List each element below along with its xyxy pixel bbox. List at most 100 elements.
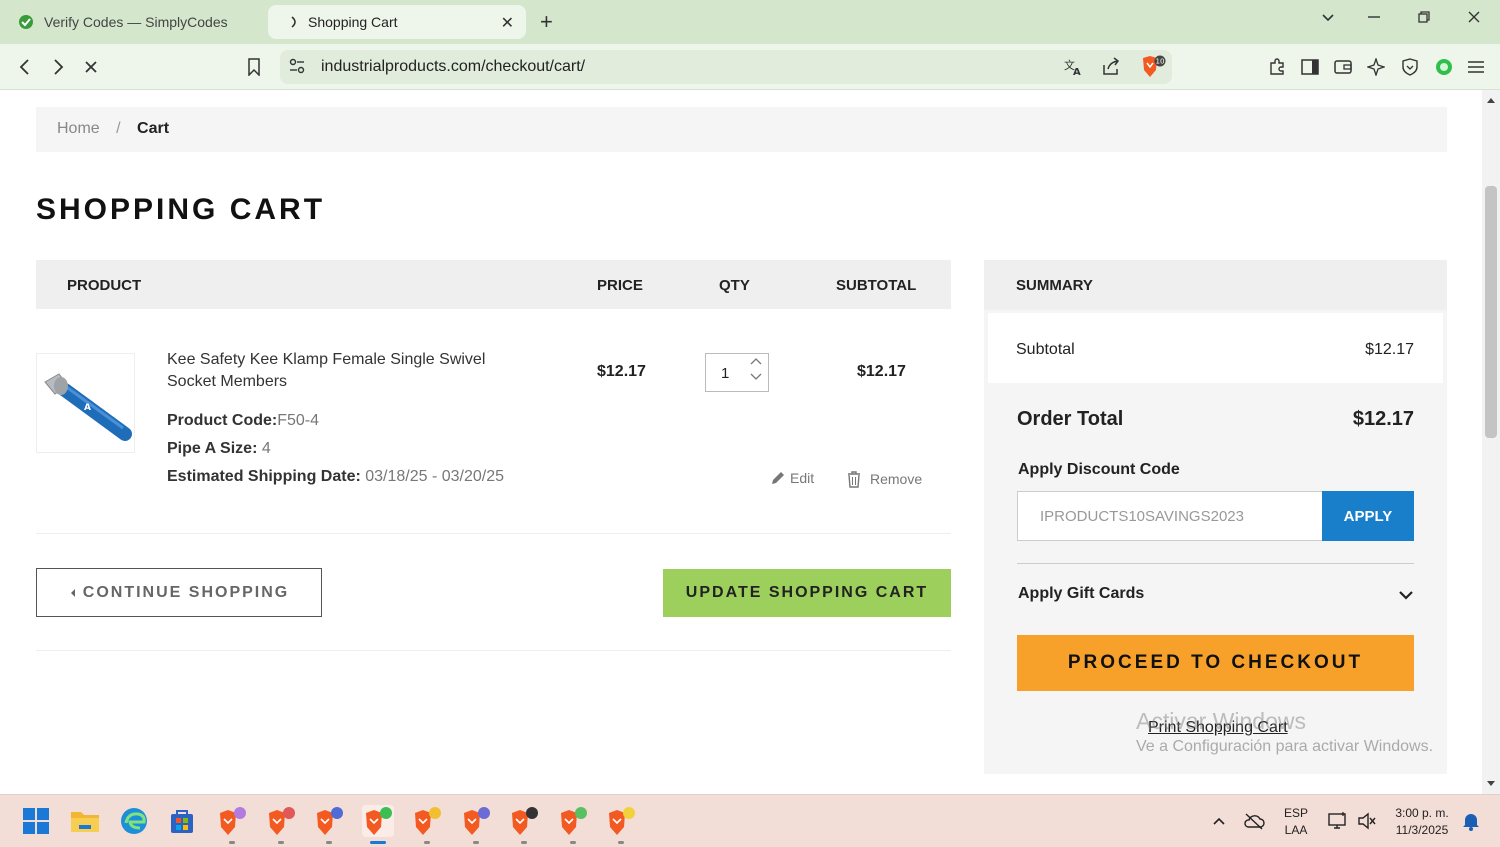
translate-icon[interactable]: 文A	[1063, 57, 1083, 82]
proceed-to-checkout-button[interactable]: PROCEED TO CHECKOUT	[1017, 635, 1414, 691]
product-code: Product Code:F50-4	[167, 412, 319, 430]
brave-profile-7-icon[interactable]	[508, 805, 540, 844]
summary-title: SUMMARY	[984, 260, 1447, 310]
scroll-thumb[interactable]	[1485, 186, 1497, 438]
windows-start-icon[interactable]	[20, 805, 52, 837]
url-text[interactable]: industrialproducts.com/checkout/cart/	[321, 58, 585, 76]
scroll-up-icon[interactable]	[1486, 96, 1496, 104]
header-product: PRODUCT	[67, 277, 142, 294]
clock-time: 3:00 p. m.	[1395, 806, 1449, 820]
discount-code-label: Apply Discount Code	[1018, 461, 1180, 478]
loading-icon	[290, 14, 300, 30]
tab-list-chevron-icon[interactable]	[1321, 10, 1335, 29]
page-scrollbar[interactable]	[1482, 90, 1500, 794]
brave-profile-active-icon[interactable]	[362, 805, 394, 844]
edit-link[interactable]: Edit	[770, 470, 814, 486]
header-price: PRICE	[597, 277, 643, 294]
restore-icon[interactable]	[1417, 10, 1431, 29]
back-icon[interactable]	[14, 56, 36, 78]
brave-profile-1-icon[interactable]	[216, 805, 248, 844]
running-indicator	[229, 841, 235, 844]
minimize-icon[interactable]	[1367, 10, 1381, 29]
quantity-stepper[interactable]: 1	[705, 353, 769, 392]
breadcrumb-home[interactable]: Home	[57, 120, 100, 137]
brave-profile-9-icon[interactable]	[605, 805, 637, 844]
system-clock[interactable]: 3:00 p. m. 11/3/2025	[1384, 805, 1460, 839]
shipping-date-value: 03/18/25 - 03/20/25	[365, 468, 505, 485]
bookmark-icon[interactable]	[243, 56, 265, 78]
caret-left-icon	[70, 588, 75, 597]
brave-profile-6-icon[interactable]	[460, 805, 492, 844]
extensions-icon[interactable]	[1266, 56, 1288, 78]
chevron-down-icon[interactable]	[1398, 588, 1414, 606]
order-total-value: $12.17	[1352, 408, 1414, 430]
forward-icon[interactable]	[47, 56, 69, 78]
svg-text:A: A	[1073, 67, 1081, 77]
notifications-bell-icon[interactable]	[1455, 805, 1487, 837]
network-icon[interactable]	[1322, 805, 1354, 837]
breadcrumb-current: Cart	[137, 120, 170, 137]
gift-divider	[1017, 563, 1414, 564]
qty-increase-icon[interactable]	[750, 357, 762, 368]
brave-profile-5-icon[interactable]	[411, 805, 443, 844]
summary-subtotal-label: Subtotal	[1016, 341, 1075, 358]
edge-icon[interactable]	[118, 805, 150, 837]
breadcrumb-separator: /	[116, 120, 121, 137]
product-code-label: Product Code:	[167, 412, 278, 429]
menu-icon[interactable]	[1465, 56, 1487, 78]
cart-table-header: PRODUCT PRICE QTY SUBTOTAL	[36, 260, 951, 309]
product-image[interactable]: A	[36, 353, 135, 453]
microsoft-store-icon[interactable]	[166, 805, 198, 837]
product-code-value: F50-4	[277, 412, 320, 429]
shipping-date-label: Estimated Shipping Date:	[167, 468, 361, 485]
tab-shopping-cart[interactable]: Shopping Cart ✕	[268, 5, 526, 39]
product-name[interactable]: Kee Safety Kee Klamp Female Single Swive…	[167, 349, 527, 393]
browser-tab-bar: Verify Codes — SimplyCodes Shopping Cart…	[0, 0, 1500, 44]
summary-subtotal-value: $12.17	[1365, 341, 1414, 358]
leo-ai-icon[interactable]	[1365, 56, 1387, 78]
keyboard-layout: LAA	[1284, 823, 1308, 837]
wallet-icon[interactable]	[1332, 56, 1354, 78]
vpn-shield-icon[interactable]	[1399, 56, 1421, 78]
share-icon[interactable]	[1101, 57, 1121, 82]
simplycodes-extension-icon[interactable]	[1433, 56, 1455, 78]
apply-discount-button[interactable]: APPLY	[1322, 491, 1414, 541]
address-bar[interactable]: industrialproducts.com/checkout/cart/ 文A…	[280, 50, 1172, 84]
windows-taskbar: ESP LAA 3:00 p. m. 11/3/2025	[0, 794, 1500, 847]
quantity-value[interactable]: 1	[721, 365, 729, 382]
sidebar-icon[interactable]	[1299, 56, 1321, 78]
onedrive-offline-icon[interactable]	[1238, 805, 1270, 837]
stop-loading-icon[interactable]	[80, 56, 102, 78]
order-total-label: Order Total	[1017, 408, 1124, 430]
running-indicator	[570, 841, 576, 844]
close-tab-icon[interactable]: ✕	[501, 13, 514, 33]
order-summary: SUMMARY Subtotal $12.17 Order Total $12.…	[984, 260, 1447, 774]
brave-shields-icon[interactable]: 10	[1140, 55, 1166, 84]
browser-toolbar: industrialproducts.com/checkout/cart/ 文A…	[0, 44, 1500, 90]
continue-shopping-button[interactable]: CONTINUE SHOPPING	[36, 568, 322, 617]
discount-code-input[interactable]: IPRODUCTS10SAVINGS2023	[1017, 491, 1323, 541]
volume-muted-icon[interactable]	[1351, 805, 1383, 837]
input-language[interactable]: ESP LAA	[1280, 805, 1312, 839]
trash-icon	[848, 471, 860, 488]
remove-link[interactable]: Remove	[846, 470, 922, 488]
show-hidden-icons-chevron-icon[interactable]	[1203, 805, 1235, 837]
tab-verify-codes[interactable]: Verify Codes — SimplyCodes	[8, 5, 260, 39]
close-window-icon[interactable]	[1467, 10, 1481, 29]
continue-shopping-label: CONTINUE SHOPPING	[82, 583, 290, 601]
brave-profile-2-icon[interactable]	[265, 805, 297, 844]
running-indicator	[424, 841, 430, 844]
gift-cards-toggle[interactable]: Apply Gift Cards	[1018, 585, 1144, 603]
brave-badge-count: 10	[1156, 58, 1165, 66]
row-divider	[36, 533, 951, 534]
running-indicator	[521, 841, 527, 844]
site-settings-icon[interactable]	[288, 57, 306, 80]
update-cart-button[interactable]: UPDATE SHOPPING CART	[663, 569, 951, 617]
qty-decrease-icon[interactable]	[750, 373, 762, 384]
windows-activation-title: Activar Windows	[1136, 708, 1306, 734]
brave-profile-8-icon[interactable]	[557, 805, 589, 844]
file-explorer-icon[interactable]	[69, 805, 101, 837]
scroll-down-icon[interactable]	[1486, 780, 1496, 788]
brave-profile-3-icon[interactable]	[313, 805, 345, 844]
new-tab-icon[interactable]: +	[540, 9, 553, 35]
